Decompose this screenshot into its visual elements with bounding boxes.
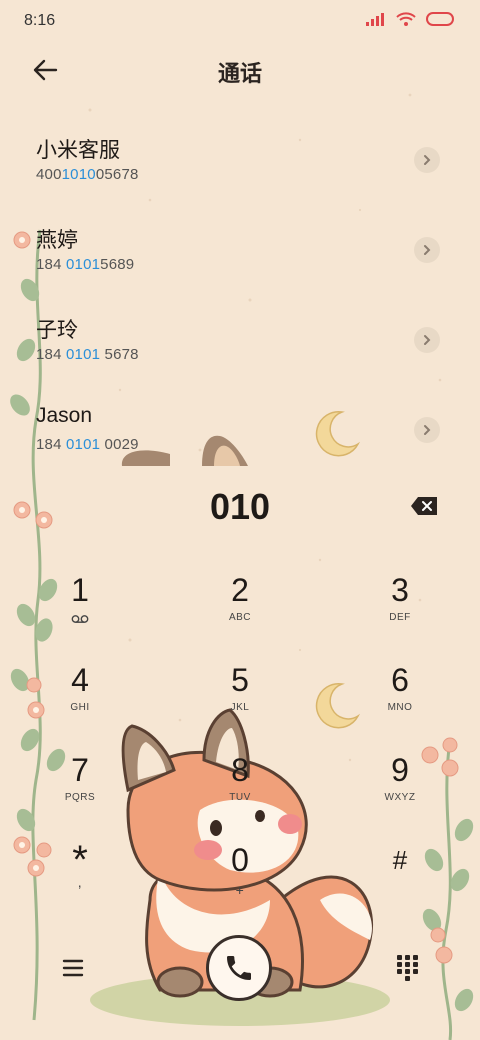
dialpad-toggle-button[interactable]	[396, 954, 420, 982]
key-6[interactable]: 6 MNO	[340, 660, 460, 740]
dialpad-icon	[397, 955, 418, 981]
number-suffix: 05678	[95, 166, 139, 183]
number-match: 1010	[61, 166, 96, 183]
backspace-icon	[411, 497, 437, 515]
number-prefix: 184	[36, 436, 66, 453]
chevron-right-icon	[424, 425, 431, 435]
number-prefix: 184	[36, 346, 66, 363]
key-digit: 5	[231, 662, 249, 698]
status-bar: 8:16	[0, 0, 480, 40]
chevron-right-icon	[424, 245, 431, 255]
dialed-number: 010	[209, 486, 271, 527]
key-digit: 2	[231, 572, 249, 608]
key-letters: MNO	[387, 702, 413, 713]
header: 通话	[0, 50, 480, 90]
key-digit: 6	[391, 662, 409, 698]
contact-item[interactable]: 小米客服 400101005678	[0, 120, 480, 200]
key-star[interactable]: * ,	[20, 840, 140, 920]
menu-icon	[62, 959, 84, 977]
key-digit: 9	[391, 752, 409, 788]
key-digit: 3	[391, 572, 409, 608]
number-suffix: 5678	[100, 346, 139, 363]
key-8[interactable]: 8 TUV	[180, 750, 300, 830]
key-hash[interactable]: #	[340, 840, 460, 920]
wifi-icon	[396, 12, 416, 26]
key-digit: 7	[71, 752, 89, 788]
voicemail-icon	[71, 615, 89, 623]
key-2[interactable]: 2 ABC	[180, 570, 300, 650]
number-prefix: 184	[36, 256, 66, 273]
bottom-action-bar	[0, 930, 480, 1010]
key-4[interactable]: 4 GHI	[20, 660, 140, 740]
contact-detail-button[interactable]	[414, 417, 440, 443]
key-letters: JKL	[230, 702, 250, 713]
chevron-right-icon	[424, 155, 431, 165]
contact-number: 184 0101 5678	[36, 346, 139, 363]
key-digit: #	[392, 845, 408, 875]
key-5[interactable]: 5 JKL	[180, 660, 300, 740]
key-letters: WXYZ	[384, 792, 416, 803]
backspace-button[interactable]	[410, 494, 440, 518]
phone-icon	[227, 956, 251, 980]
contact-name: Jason	[36, 404, 93, 427]
number-suffix: 0029	[100, 436, 139, 453]
key-0[interactable]: 0 +	[180, 840, 300, 920]
key-letters: TUV	[229, 792, 251, 803]
number-match: 0101	[66, 256, 101, 273]
contact-item[interactable]: 子玲 184 0101 5678	[0, 300, 480, 380]
menu-button[interactable]	[60, 954, 88, 982]
status-icons	[366, 12, 456, 26]
status-time: 8:16	[24, 12, 56, 29]
contact-item[interactable]: Jason 184 0101 0029	[0, 390, 480, 470]
key-9[interactable]: 9 WXYZ	[340, 750, 460, 830]
contact-name: 子玲	[36, 319, 78, 342]
number-suffix: 5689	[100, 256, 135, 273]
contact-detail-button[interactable]	[414, 147, 440, 173]
number-match: 0101	[66, 346, 101, 363]
contact-detail-button[interactable]	[414, 237, 440, 263]
key-1[interactable]: 1	[20, 570, 140, 650]
contact-number: 184 01015689	[36, 256, 134, 273]
contact-item[interactable]: 燕婷 184 01015689	[0, 210, 480, 290]
chevron-right-icon	[424, 335, 431, 345]
key-digit: 0	[231, 842, 249, 878]
number-prefix: 400	[36, 166, 62, 183]
key-letters: +	[235, 882, 245, 898]
contact-detail-button[interactable]	[414, 327, 440, 353]
key-7[interactable]: 7 PQRS	[20, 750, 140, 830]
key-letters: PQRS	[64, 792, 96, 803]
contact-name: 小米客服	[36, 139, 120, 162]
key-digit: 4	[71, 662, 89, 698]
dial-display: 010	[0, 480, 480, 540]
contact-number: 184 0101 0029	[36, 436, 139, 453]
page-title: 通话	[217, 61, 262, 86]
battery-icon	[426, 12, 454, 26]
key-digit: 1	[71, 572, 89, 608]
number-match: 0101	[66, 436, 101, 453]
key-letters: GHI	[70, 702, 90, 713]
contact-name: 燕婷	[36, 229, 78, 252]
key-letters: DEF	[389, 612, 411, 623]
key-digit: 8	[231, 752, 249, 788]
contact-number: 400101005678	[36, 166, 139, 183]
call-button[interactable]	[206, 935, 272, 1001]
key-3[interactable]: 3 DEF	[340, 570, 460, 650]
key-letters: ,	[77, 874, 83, 890]
key-letters: ABC	[228, 612, 252, 623]
signal-icon	[366, 13, 384, 26]
